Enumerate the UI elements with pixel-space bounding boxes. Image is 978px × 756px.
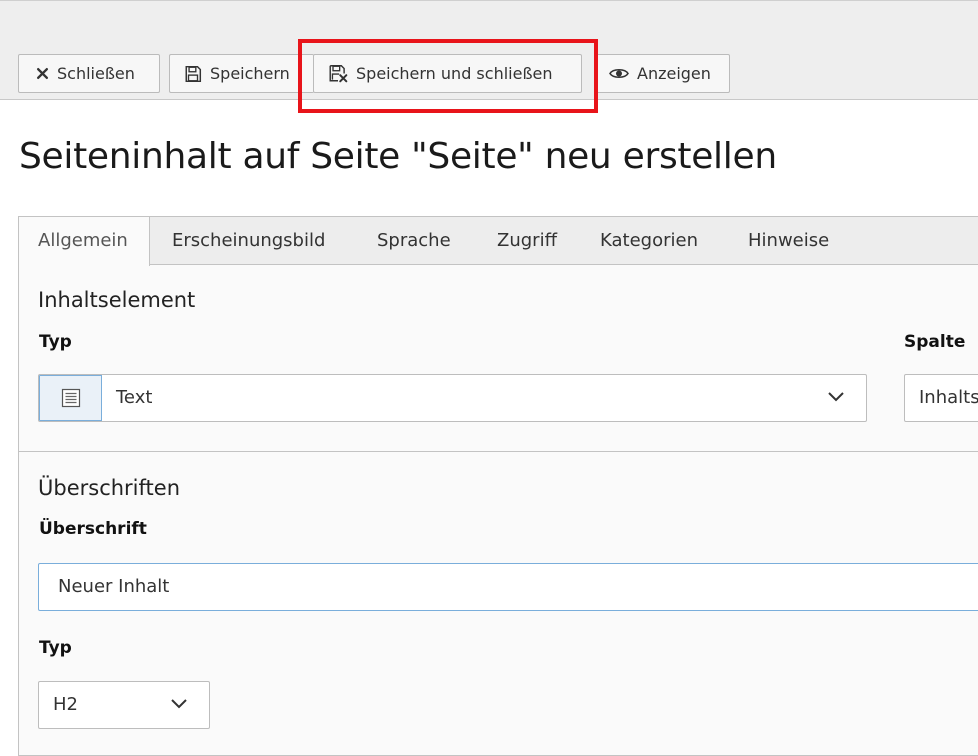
section-divider bbox=[19, 451, 978, 452]
save-and-close-label: Speichern und schließen bbox=[356, 64, 553, 83]
save-button[interactable]: Speichern bbox=[169, 54, 314, 93]
tab-categories[interactable]: Kategorien bbox=[600, 217, 698, 265]
chevron-down-icon bbox=[171, 699, 187, 709]
heading-type-label: Typ bbox=[39, 638, 72, 658]
tab-notes[interactable]: Hinweise bbox=[748, 217, 829, 265]
column-label: Spalte bbox=[904, 332, 966, 352]
content-type-select[interactable]: Text bbox=[38, 374, 867, 422]
eye-icon bbox=[609, 68, 629, 79]
section-title-content-element: Inhaltselement bbox=[38, 288, 196, 312]
heading-input[interactable]: Neuer Inhalt bbox=[38, 563, 978, 611]
close-button[interactable]: Schließen bbox=[18, 54, 160, 93]
close-button-label: Schließen bbox=[57, 64, 135, 83]
chevron-down-icon bbox=[828, 392, 844, 402]
type-label: Typ bbox=[39, 332, 72, 352]
tab-general[interactable]: Allgemein bbox=[19, 217, 150, 266]
tab-bar: Allgemein Erscheinungsbild Sprache Zugri… bbox=[19, 217, 978, 266]
heading-type-value: H2 bbox=[53, 694, 78, 715]
heading-label: Überschrift bbox=[39, 519, 147, 539]
text-content-icon bbox=[61, 388, 80, 408]
save-button-label: Speichern bbox=[210, 64, 290, 83]
save-icon bbox=[185, 65, 202, 82]
view-button[interactable]: Anzeigen bbox=[596, 54, 730, 93]
save-close-icon bbox=[329, 65, 348, 83]
column-select[interactable]: Inhalts bbox=[904, 374, 978, 422]
column-value: Inhalts bbox=[919, 387, 978, 408]
tab-access[interactable]: Zugriff bbox=[497, 217, 557, 265]
view-button-label: Anzeigen bbox=[637, 64, 711, 83]
page-title: Seiteninhalt auf Seite "Seite" neu erste… bbox=[19, 136, 777, 177]
tab-appearance[interactable]: Erscheinungsbild bbox=[172, 217, 325, 265]
form-panel: Allgemein Erscheinungsbild Sprache Zugri… bbox=[18, 216, 978, 756]
section-title-headings: Überschriften bbox=[38, 476, 181, 500]
save-and-close-button[interactable]: Speichern und schließen bbox=[313, 54, 582, 93]
content-type-value: Text bbox=[116, 387, 153, 408]
content-type-icon-box bbox=[39, 375, 102, 421]
heading-type-select[interactable]: H2 bbox=[38, 681, 210, 729]
close-icon bbox=[36, 67, 49, 80]
docheader-toolbar: Schließen Speichern Speichern und schlie… bbox=[0, 0, 978, 100]
tab-language[interactable]: Sprache bbox=[377, 217, 451, 265]
